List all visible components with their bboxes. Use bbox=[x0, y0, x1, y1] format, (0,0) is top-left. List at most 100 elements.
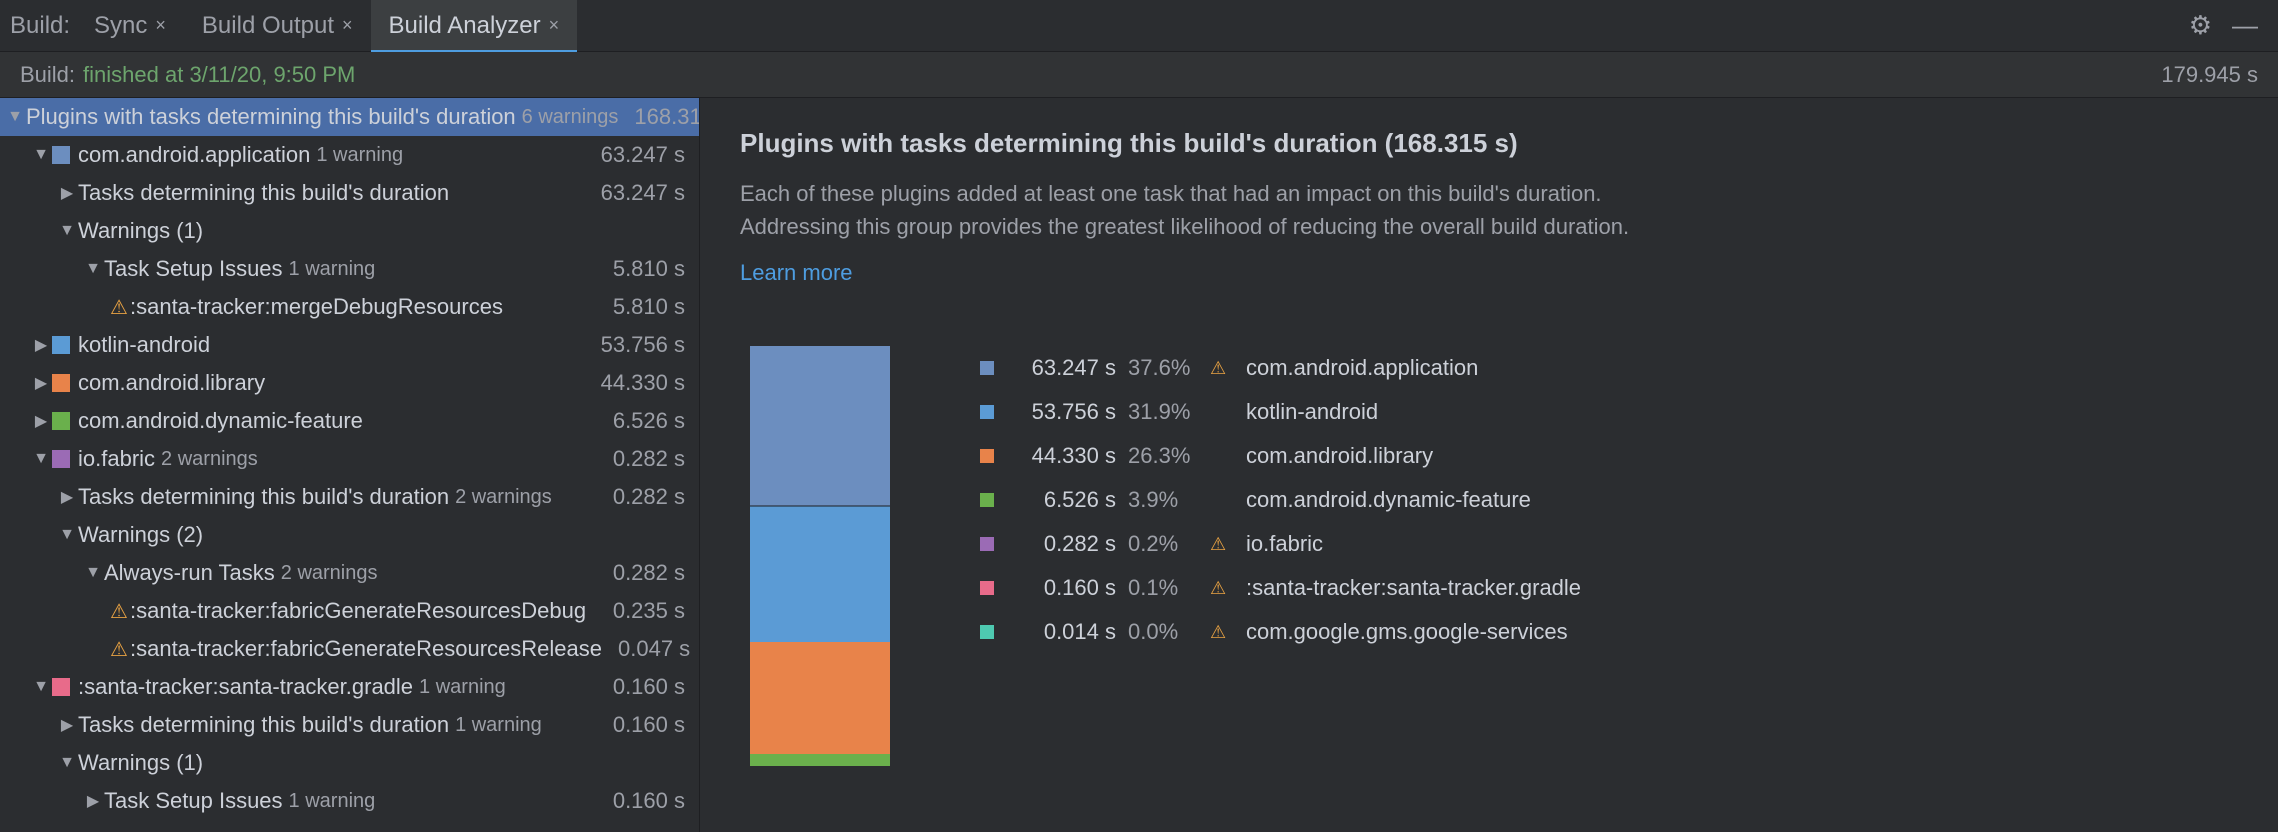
legend-color-dot bbox=[980, 581, 994, 595]
item-label: com.android.library bbox=[78, 370, 265, 396]
tree-item-warnings-2[interactable]: Warnings (2) bbox=[0, 516, 699, 554]
chart-area: 63.247 s 37.6% ⚠ com.android.application 53.… bbox=[740, 346, 2238, 773]
learn-more-link[interactable]: Learn more bbox=[740, 260, 853, 286]
tab-sync-label: Sync bbox=[94, 12, 147, 40]
item-time: 63.247 s bbox=[585, 142, 685, 168]
item-label: Task Setup Issues bbox=[104, 256, 283, 282]
warning-icon: ⚠ bbox=[1210, 358, 1234, 379]
tree-item-santa-tracker-gradle[interactable]: :santa-tracker:santa-tracker.gradle1 war… bbox=[0, 668, 699, 706]
tree-item-tasks-2[interactable]: Tasks determining this build's duration 2… bbox=[0, 478, 699, 516]
tree-item-io-fabric[interactable]: io.fabric2 warnings0.282 s bbox=[0, 440, 699, 478]
item-warning-text: 1 warning bbox=[289, 258, 376, 281]
chevron-down-icon bbox=[56, 524, 78, 546]
tree-item-task-setup-issues[interactable]: Task Setup Issues1 warning5.810 s bbox=[0, 250, 699, 288]
item-label: com.android.application bbox=[78, 142, 310, 168]
tab-build-output[interactable]: Build Output × bbox=[184, 0, 371, 52]
item-label: Tasks determining this build's duration bbox=[78, 484, 449, 510]
legend-plugin-name: com.android.application bbox=[1246, 355, 1478, 381]
gear-icon[interactable]: ⚙ bbox=[2189, 10, 2212, 41]
item-time: 0.160 s bbox=[597, 674, 685, 700]
tab-sync-close[interactable]: × bbox=[155, 15, 166, 36]
legend-time: 44.330 s bbox=[1006, 443, 1116, 469]
legend-plugin-name: com.android.library bbox=[1246, 443, 1433, 469]
legend-pct: 31.9% bbox=[1128, 399, 1198, 425]
right-title: Plugins with tasks determining this buil… bbox=[740, 128, 2238, 159]
chevron-right-icon bbox=[56, 714, 78, 736]
item-label: io.fabric bbox=[78, 446, 155, 472]
item-label: Always-run Tasks bbox=[104, 560, 275, 586]
minimize-icon[interactable]: — bbox=[2232, 10, 2258, 41]
legend-pct: 37.6% bbox=[1128, 355, 1198, 381]
chevron-down-icon bbox=[30, 448, 52, 470]
item-time: 0.282 s bbox=[597, 484, 685, 510]
item-warning-text: 2 warnings bbox=[455, 486, 552, 509]
tab-sync[interactable]: Sync × bbox=[76, 0, 184, 52]
item-label: Warnings (1) bbox=[78, 218, 203, 244]
warning-icon: ⚠ bbox=[1210, 578, 1234, 599]
legend-time: 63.247 s bbox=[1006, 355, 1116, 381]
item-label: Task Setup Issues bbox=[104, 788, 283, 814]
plugin-color-box bbox=[52, 374, 70, 392]
tree-item-santa-merge[interactable]: ⚠:santa-tracker:mergeDebugResources5.810… bbox=[0, 288, 699, 326]
tree-item-fabricGenRelease[interactable]: ⚠:santa-tracker:fabricGenerateResourcesR… bbox=[0, 630, 699, 668]
tab-build-analyzer[interactable]: Build Analyzer × bbox=[371, 0, 578, 52]
item-label: Plugins with tasks determining this buil… bbox=[26, 104, 516, 130]
legend-time: 53.756 s bbox=[1006, 399, 1116, 425]
tree-item-tasks-1[interactable]: Tasks determining this build's duration 6… bbox=[0, 174, 699, 212]
legend-plugin-name: :santa-tracker:santa-tracker.gradle bbox=[1246, 575, 1581, 601]
item-label: :santa-tracker:fabricGenerateResourcesRe… bbox=[130, 636, 602, 662]
legend-color-dot bbox=[980, 361, 994, 375]
legend-item-2: 44.330 s26.3%com.android.library bbox=[980, 434, 1581, 478]
legend-pct: 0.1% bbox=[1128, 575, 1198, 601]
warning-icon: ⚠ bbox=[108, 296, 130, 318]
item-warning-text: 2 warnings bbox=[161, 448, 258, 471]
chevron-right-icon bbox=[56, 486, 78, 508]
item-label: :santa-tracker:fabricGenerateResourcesDe… bbox=[130, 598, 586, 624]
item-label: Tasks determining this build's duration bbox=[78, 712, 449, 738]
tab-build-output-close[interactable]: × bbox=[342, 15, 353, 36]
tree-item-com-android-application[interactable]: com.android.application1 warning63.247 s bbox=[0, 136, 699, 174]
item-label: com.android.dynamic-feature bbox=[78, 408, 363, 434]
tree-item-tasks-3[interactable]: Tasks determining this build's duration 1… bbox=[0, 706, 699, 744]
legend-item-1: 53.756 s31.9%kotlin-android bbox=[980, 390, 1581, 434]
item-warning-text: 6 warnings bbox=[522, 106, 619, 129]
chevron-right-icon bbox=[30, 334, 52, 356]
legend-color-dot bbox=[980, 625, 994, 639]
item-warning-text: 1 warning bbox=[289, 790, 376, 813]
tree-item-com-android-dynamic-feature[interactable]: com.android.dynamic-feature6.526 s bbox=[0, 402, 699, 440]
plugin-color-box bbox=[52, 450, 70, 468]
legend-item-3: 6.526 s 3.9% com.android.dynamic-feature bbox=[980, 478, 1581, 522]
chevron-down-icon bbox=[30, 676, 52, 698]
legend-plugin-name: com.android.dynamic-feature bbox=[1246, 487, 1531, 513]
right-description: Each of these plugins added at least one… bbox=[740, 177, 1640, 243]
warning-icon: ⚠ bbox=[108, 638, 130, 660]
tree-item-com-android-library[interactable]: com.android.library44.330 s bbox=[0, 364, 699, 402]
tab-build-analyzer-label: Build Analyzer bbox=[389, 12, 541, 40]
item-time: 0.160 s bbox=[597, 788, 685, 814]
tab-bar: Build: Sync × Build Output × Build Analy… bbox=[0, 0, 2278, 52]
item-warning-text: 1 warning bbox=[455, 714, 542, 737]
legend-time: 6.526 s bbox=[1006, 487, 1116, 513]
item-label: Warnings (1) bbox=[78, 750, 203, 776]
item-time: 63.247 s bbox=[585, 180, 685, 206]
item-label: :santa-tracker:santa-tracker.gradle bbox=[78, 674, 413, 700]
tree-item-kotlin-android[interactable]: kotlin-android53.756 s bbox=[0, 326, 699, 364]
item-time: 0.282 s bbox=[597, 560, 685, 586]
tree-item-warnings-3[interactable]: Warnings (1) bbox=[0, 744, 699, 782]
warning-icon: ⚠ bbox=[108, 600, 130, 622]
chevron-down-icon bbox=[56, 220, 78, 242]
tab-build-analyzer-close[interactable]: × bbox=[549, 15, 560, 36]
tree-item-always-run-tasks[interactable]: Always-run Tasks2 warnings0.282 s bbox=[0, 554, 699, 592]
legend-plugin-name: com.google.gms.google-services bbox=[1246, 619, 1568, 645]
item-label: Tasks determining this build's duration bbox=[78, 180, 449, 206]
tree-item-warnings-1[interactable]: Warnings (1) bbox=[0, 212, 699, 250]
tree-item-fabricGenDebug[interactable]: ⚠:santa-tracker:fabricGenerateResourcesD… bbox=[0, 592, 699, 630]
legend-pct: 3.9% bbox=[1128, 487, 1198, 513]
tree-item-root[interactable]: Plugins with tasks determining this buil… bbox=[0, 98, 699, 136]
tree-item-task-setup-issues-2[interactable]: Task Setup Issues 1 warning 0.160 s bbox=[0, 782, 699, 820]
item-time: 53.756 s bbox=[585, 332, 685, 358]
chevron-right-icon bbox=[56, 182, 78, 204]
legend-time: 0.014 s bbox=[1006, 619, 1116, 645]
main-content: Plugins with tasks determining this buil… bbox=[0, 98, 2278, 832]
plugin-color-box bbox=[52, 336, 70, 354]
